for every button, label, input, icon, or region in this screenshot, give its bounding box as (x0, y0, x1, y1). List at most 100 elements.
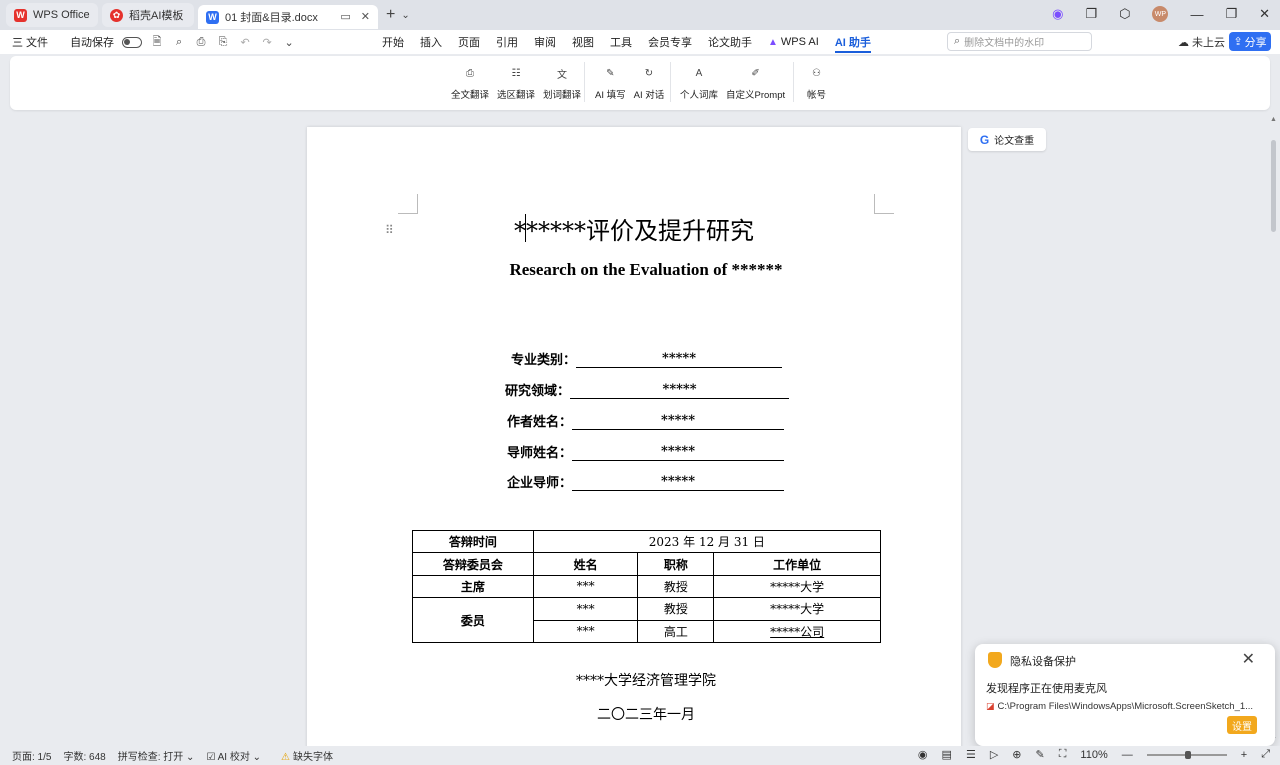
menu-wps-ai[interactable]: ▲ WPS AI (760, 30, 827, 54)
ribbon-divider (670, 62, 671, 102)
tab-close-icon[interactable]: ✕ (361, 10, 370, 23)
menu-paper-assistant[interactable]: 论文助手 (700, 30, 760, 54)
fullscreen-icon[interactable]: ⤢ (1261, 748, 1270, 761)
account-label: 帐号 (807, 90, 827, 101)
menu-bar: 三 文件 自动保存 🗎 ⌕ ⎙ ⎘ ↶ ↷ ⌄ 开始 插入 页面 引用 审阅 视… (0, 30, 1280, 54)
menu-reference[interactable]: 引用 (488, 30, 526, 54)
search-input[interactable]: ⌕ 删除文档中的水印 (947, 32, 1092, 51)
tab-daoke-label: 稻壳AI模板 (129, 10, 184, 22)
table-cell: *****公司 (713, 619, 881, 643)
menu-insert[interactable]: 插入 (412, 30, 450, 54)
window-tile-icon[interactable]: ❐ (1085, 6, 1097, 22)
ai-chat-icon: ↻ (644, 67, 654, 79)
save-icon[interactable]: 🗎 (150, 35, 164, 49)
share-button[interactable]: ⇪ 分享 (1229, 32, 1271, 51)
ai-fill-button[interactable]: ✎ AI 填写 (595, 66, 626, 102)
tab-bar: W WPS Office ✿ 稻壳AI模板 W 01 封面&目录.docx ▭ … (0, 0, 1280, 30)
field-author-label: 作者姓名： (507, 415, 573, 430)
fit-page-icon[interactable]: ⛶ (1059, 748, 1067, 761)
table-header-cell: 工作单位 (713, 552, 881, 576)
word-translate-button[interactable]: 文划词翻译 (543, 66, 581, 102)
table-row: 答辩时间 2023 年 12 月 31 日 (412, 529, 882, 554)
defense-table: 答辩时间 2023 年 12 月 31 日 答辩委员会 姓名 职称 工作单位 主… (412, 529, 882, 643)
account-button[interactable]: ⚇ 帐号 (807, 66, 827, 102)
print-icon[interactable]: ⎙ (194, 35, 208, 49)
zoom-slider[interactable] (1146, 750, 1227, 759)
scrollbar-thumb[interactable] (1271, 140, 1276, 232)
ai-chat-button[interactable]: ↻ AI 对话 (634, 66, 665, 102)
scroll-up-icon[interactable]: ▲ (1270, 116, 1277, 123)
table-row: 主席 *** 教授 *****大学 (412, 574, 881, 599)
restore-icon[interactable]: ❐ (1225, 6, 1237, 22)
write-mode-icon[interactable]: ✎ (1036, 748, 1045, 761)
zoom-level[interactable]: 110% (1080, 749, 1107, 761)
page-indicator[interactable]: 页面: 1/5 (12, 748, 51, 763)
table-cell: *** (532, 574, 639, 599)
table-row: 答辩委员会 姓名 职称 工作单位 (412, 552, 881, 576)
minimize-icon[interactable]: — (1190, 7, 1203, 22)
menu-start[interactable]: 开始 (374, 30, 412, 54)
menu-page[interactable]: 页面 (450, 30, 488, 54)
quick-access-chevron-icon[interactable]: ⌄ (282, 35, 296, 49)
ribbon-ai-helper: ⎙ 全文翻译 ☷ 选区翻译 文划词翻译 ✎ AI 填写 ↻ AI 对话 A 个人词库 ✐ 自… (10, 56, 1270, 110)
app-icon: ◪ (986, 701, 995, 711)
monitor-icon[interactable]: ▭ (340, 10, 350, 23)
full-translate-button[interactable]: ⎙ 全文翻译 (451, 66, 490, 102)
cube-icon[interactable]: ⬡ (1119, 6, 1130, 22)
menu-view[interactable]: 视图 (564, 30, 602, 54)
table-cell: 教授 (637, 574, 715, 599)
close-window-icon[interactable]: ✕ (1259, 6, 1270, 22)
menu-ai-helper[interactable]: AI 助手 (827, 30, 879, 54)
search-icon: ⌕ (954, 35, 961, 47)
file-menu[interactable]: 三 文件 (12, 34, 48, 50)
selection-translate-label: 选区翻译 (497, 90, 536, 101)
notification-settings-button[interactable]: 设置 (1227, 716, 1257, 734)
menu-tools[interactable]: 工具 (602, 30, 640, 54)
undo-icon[interactable]: ↶ (238, 35, 252, 49)
missing-font-button[interactable]: ⚠ 缺失字体 (281, 748, 333, 763)
autosave-toggle[interactable] (122, 36, 143, 48)
document-page[interactable]: ⠿ ******评价及提升研究 Research on the Evaluati… (307, 127, 961, 765)
field-advisor-value: ***** (572, 444, 785, 461)
redo-icon[interactable]: ↷ (260, 35, 274, 49)
tab-document[interactable]: W 01 封面&目录.docx ▭ ✕ (198, 5, 378, 29)
field-major-value: ***** (576, 351, 783, 368)
new-tab-plus-icon[interactable]: + (386, 6, 395, 24)
web-view-icon[interactable]: ⊕ (1012, 748, 1021, 761)
personal-dictionary-button[interactable]: A 个人词库 (680, 66, 718, 102)
custom-prompt-button[interactable]: ✐ 自定义Prompt (726, 66, 786, 102)
ai-color-icon[interactable]: ◉ (1052, 6, 1063, 22)
page-view-icon[interactable]: ▤ (942, 748, 952, 761)
cloud-status-button[interactable]: ☁ 未上云 (1178, 34, 1225, 50)
custom-prompt-label: 自定义Prompt (726, 90, 786, 101)
menu-member[interactable]: 会员专享 (640, 30, 700, 54)
ai-fill-icon: ✎ (606, 67, 615, 79)
print-preview-icon[interactable]: ⎘ (216, 35, 230, 49)
custom-prompt-icon: ✐ (751, 67, 760, 79)
selection-translate-button[interactable]: ☷ 选区翻译 (497, 66, 536, 102)
notification-close-icon[interactable]: ✕ (1242, 649, 1255, 669)
search-placeholder: 删除文档中的水印 (964, 38, 1045, 49)
missing-font-label: 缺失字体 (293, 752, 333, 763)
zoom-in-icon[interactable]: + (1241, 749, 1247, 761)
tab-list-chevron-icon[interactable]: ⌄ (401, 10, 409, 21)
notification-message: 发现程序正在使用麦克风 (986, 683, 1107, 695)
translate-selection-icon: ☷ (511, 67, 521, 79)
cloud-icon: ☁ (1178, 36, 1189, 49)
account-icon: ⚇ (812, 67, 821, 79)
tab-wps-office[interactable]: W WPS Office (6, 3, 98, 27)
tab-daoke-ai-template[interactable]: ✿ 稻壳AI模板 (102, 3, 194, 27)
table-cell: 高工 (637, 619, 715, 643)
spell-check-toggle[interactable]: 拼写检查: 打开 ⌄ (118, 748, 195, 763)
paper-check-button[interactable]: G 论文查重 (968, 128, 1046, 151)
avatar[interactable]: WP (1152, 6, 1169, 22)
eye-protection-icon[interactable]: ◉ (918, 748, 928, 761)
zoom-out-icon[interactable]: — (1122, 749, 1133, 761)
outline-view-icon[interactable]: ☰ (966, 748, 976, 761)
ai-proofread-button[interactable]: ☑ AI 校对 ⌄ (206, 748, 261, 763)
format-painter-icon[interactable]: ⌕ (172, 35, 186, 49)
menu-review[interactable]: 审阅 (526, 30, 564, 54)
word-count[interactable]: 字数: 648 (63, 748, 105, 763)
full-translate-label: 全文翻译 (451, 90, 490, 101)
play-icon[interactable]: ▷ (990, 748, 998, 761)
